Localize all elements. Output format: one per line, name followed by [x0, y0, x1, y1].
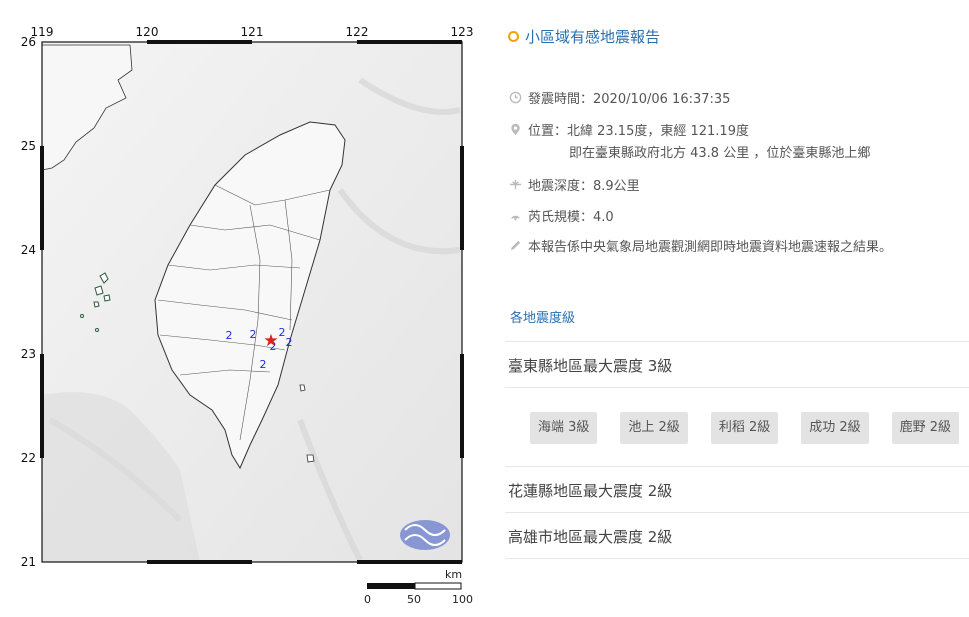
intensity-marker: 2: [260, 358, 267, 371]
scale-tick-100: 100: [452, 593, 473, 606]
pencil-icon: [510, 240, 521, 251]
latitude-label: 21: [21, 555, 36, 569]
time-row: 發震時間：2020/10/06 16:37:35: [509, 88, 730, 107]
divider: [505, 558, 969, 559]
magnitude-text: 芮氏規模：4.0: [528, 210, 614, 225]
intensity-marker: 2: [250, 328, 257, 341]
time-text: 發震時間：2020/10/06 16:37:35: [528, 92, 731, 107]
location-row: 位置：北緯 23.15度，東經 121.19度: [509, 120, 749, 139]
latitude-label: 23: [21, 347, 36, 361]
scale-unit: km: [445, 568, 463, 581]
magnitude-row: 芮氏規模：4.0: [509, 206, 614, 225]
note-text: 本報告係中央氣象局地震觀測網即時地震資料地震速報之結果。: [528, 240, 893, 255]
station-chip-chenggong: 成功 2級: [801, 412, 869, 444]
latitude-labels: 26 25 24 23 22 21: [21, 35, 36, 569]
green-island: [299, 384, 306, 392]
longitude-label: 122: [346, 25, 369, 39]
ring-icon: [508, 31, 519, 42]
map-pin-icon: [511, 123, 520, 136]
longitude-label: 121: [241, 25, 264, 39]
divider: [505, 466, 969, 467]
report-title-row: 小區域有感地震報告: [508, 26, 660, 47]
intensity-marker: 2: [286, 336, 293, 349]
latitude-label: 24: [21, 243, 36, 257]
station-chip-luye: 鹿野 2級: [891, 412, 960, 444]
longitude-labels: 119 120 121 122 123: [31, 25, 474, 39]
epicenter-star-icon: ★: [263, 331, 278, 351]
depth-row: 地震深度：8.9公里: [509, 175, 640, 194]
divider: [505, 341, 969, 342]
signal-icon: [511, 215, 520, 221]
depth-icon: [509, 179, 522, 190]
agency-logo: [400, 520, 450, 550]
latitude-label: 26: [21, 35, 36, 49]
longitude-label: 123: [451, 25, 474, 39]
region-taitung[interactable]: 臺東縣地區最大震度 3級: [508, 355, 672, 376]
latitude-label: 25: [21, 139, 36, 153]
intensity-marker: 2: [279, 326, 286, 339]
station-chips: 海端 3級 池上 2級 利稻 2級 成功 2級 鹿野 2級: [530, 412, 969, 444]
map-figure: 119 120 121 122 123 262524232221 2 2 22 22 ★: [21, 25, 474, 590]
earthquake-map: 119 120 121 122 123 26 25 24 23 22 21 222222 ★ km…: [0, 0, 480, 617]
latitude-label: 22: [21, 451, 36, 465]
region-kaohsiung[interactable]: 高雄市地區最大震度 2級: [508, 526, 672, 547]
intensity-marker: 2: [226, 329, 233, 342]
scale-tick-0: 0: [364, 593, 371, 606]
report-panel: 小區域有感地震報告 發震時間：2020/10/06 16:37:35 位置：北緯…: [505, 0, 969, 617]
station-chip-haiduan: 海端 3級: [530, 412, 598, 444]
divider: [505, 512, 969, 513]
station-chip-lidao: 利稻 2級: [710, 412, 779, 444]
note-row: 本報告係中央氣象局地震觀測網即時地震資料地震速報之結果。: [509, 236, 892, 255]
report-title: 小區域有感地震報告: [525, 28, 661, 46]
station-chip-chishang: 池上 2級: [620, 412, 688, 444]
scale-tick-50: 50: [407, 593, 421, 606]
scale-bar: [367, 582, 462, 590]
region-hualien[interactable]: 花蓮縣地區最大震度 2級: [508, 480, 672, 501]
orchid-island: [306, 454, 315, 463]
divider: [505, 387, 969, 388]
depth-text: 地震深度：8.9公里: [528, 179, 640, 194]
location-detail: 即在臺東縣政府北方 43.8 公里 ，位於臺東縣池上鄉: [569, 146, 871, 161]
location-text: 位置：北緯 23.15度，東經 121.19度: [528, 124, 749, 139]
clock-icon: [509, 91, 522, 104]
longitude-label: 120: [136, 25, 159, 39]
intensity-section-title: 各地震度級: [510, 311, 576, 326]
